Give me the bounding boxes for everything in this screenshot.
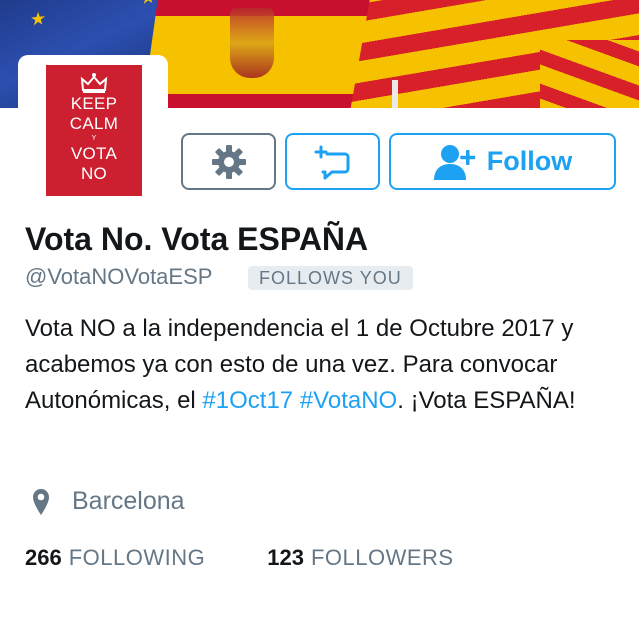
- avatar-frame[interactable]: KEEP CALM Y VOTA NO: [18, 55, 168, 205]
- follow-button[interactable]: Follow: [389, 133, 616, 190]
- followers-label: FOLLOWERS: [310, 545, 454, 570]
- followers-count: 123: [267, 545, 304, 570]
- flag-pole: [392, 80, 398, 108]
- settings-button[interactable]: [181, 133, 276, 190]
- followers-link[interactable]: 123 FOLLOWERS: [267, 545, 453, 571]
- following-link[interactable]: 266 FOLLOWING: [25, 545, 205, 571]
- avatar[interactable]: KEEP CALM Y VOTA NO: [46, 65, 142, 196]
- direct-message-button[interactable]: [285, 133, 380, 190]
- avatar-text-line: CALM: [69, 114, 119, 133]
- add-user-icon: [433, 144, 475, 180]
- bio-text: . ¡Vota ESPAÑA!: [397, 387, 576, 414]
- avatar-text-line: NO: [80, 164, 108, 183]
- direct-message-icon: [314, 145, 349, 179]
- profile-handle[interactable]: @VotaNOVotaESP: [25, 264, 212, 290]
- avatar-text-line: KEEP: [70, 94, 118, 113]
- profile-location: Barcelona: [32, 487, 185, 516]
- crown-icon: [80, 73, 108, 93]
- profile-stats: 266 FOLLOWING 123 FOLLOWERS: [25, 545, 454, 571]
- hashtag-link[interactable]: #1Oct17: [202, 387, 293, 414]
- hashtag-link[interactable]: #VotaNO: [300, 387, 397, 414]
- follow-button-label: Follow: [486, 146, 573, 176]
- avatar-text-line: Y: [91, 135, 97, 142]
- avatar-text-line: VOTA: [70, 144, 118, 163]
- bio-text: [293, 387, 300, 414]
- spain-coat-of-arms-image: [230, 8, 274, 78]
- profile-bio: Vota NO a la independencia el 1 de Octub…: [25, 311, 625, 419]
- gear-icon: [211, 144, 246, 179]
- location-text: Barcelona: [72, 487, 185, 515]
- follows-you-badge: FOLLOWS YOU: [248, 266, 413, 290]
- star-icon: ★: [30, 8, 47, 30]
- following-count: 266: [25, 545, 62, 570]
- catalonia-flag-image: [540, 40, 639, 108]
- star-icon: ★: [140, 0, 156, 9]
- profile-name: Vota No. Vota ESPAÑA: [25, 221, 369, 257]
- location-pin-icon: [33, 488, 49, 515]
- following-label: FOLLOWING: [68, 545, 206, 570]
